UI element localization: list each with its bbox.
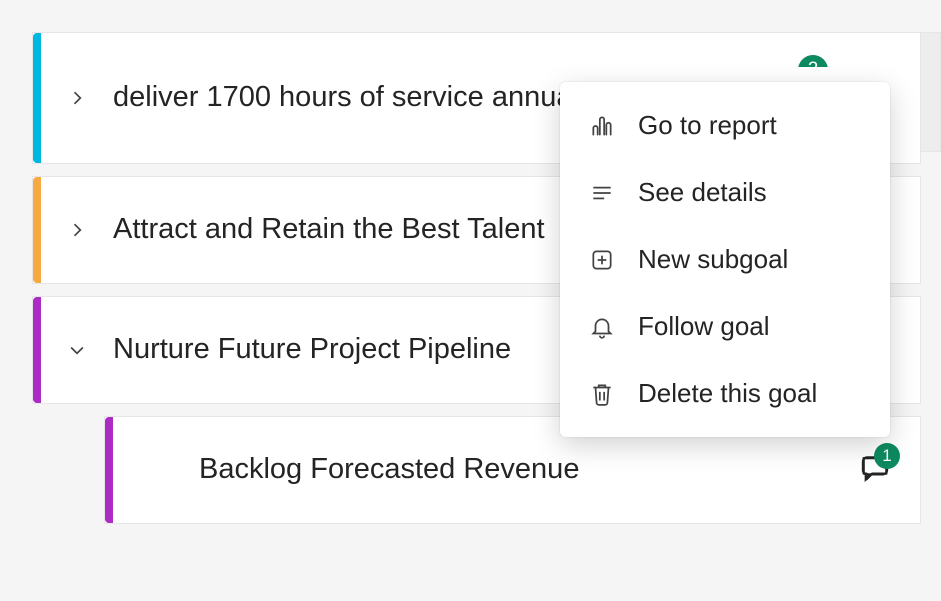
expand-toggle[interactable] — [41, 220, 113, 240]
menu-see-details[interactable]: See details — [560, 159, 890, 226]
menu-follow-goal[interactable]: Follow goal — [560, 293, 890, 360]
menu-new-subgoal[interactable]: New subgoal — [560, 226, 890, 293]
menu-go-to-report[interactable]: Go to report — [560, 92, 890, 159]
status-stripe — [33, 297, 41, 403]
status-stripe — [105, 417, 113, 523]
chevron-down-icon — [67, 340, 87, 360]
menu-label: New subgoal — [638, 244, 788, 275]
menu-label: Follow goal — [638, 311, 770, 342]
chevron-right-icon — [67, 88, 87, 108]
list-lines-icon — [588, 179, 616, 207]
chevron-right-icon — [67, 220, 87, 240]
expand-toggle[interactable] — [41, 88, 113, 108]
add-square-icon — [588, 246, 616, 274]
menu-label: Go to report — [638, 110, 777, 141]
goal-context-menu: Go to report See details New subgoal Fol… — [560, 82, 890, 437]
bar-chart-icon — [588, 112, 616, 140]
bell-icon — [588, 313, 616, 341]
menu-label: See details — [638, 177, 767, 208]
comment-count-badge: 1 — [874, 443, 900, 469]
expand-toggle[interactable] — [41, 340, 113, 360]
subgoal-title: Backlog Forecasted Revenue — [199, 450, 858, 489]
status-stripe — [33, 177, 41, 283]
menu-delete-goal[interactable]: Delete this goal — [560, 360, 890, 427]
trash-icon — [588, 380, 616, 408]
comments-button[interactable]: 1 — [858, 451, 892, 490]
menu-label: Delete this goal — [638, 378, 817, 409]
status-stripe — [33, 33, 41, 163]
